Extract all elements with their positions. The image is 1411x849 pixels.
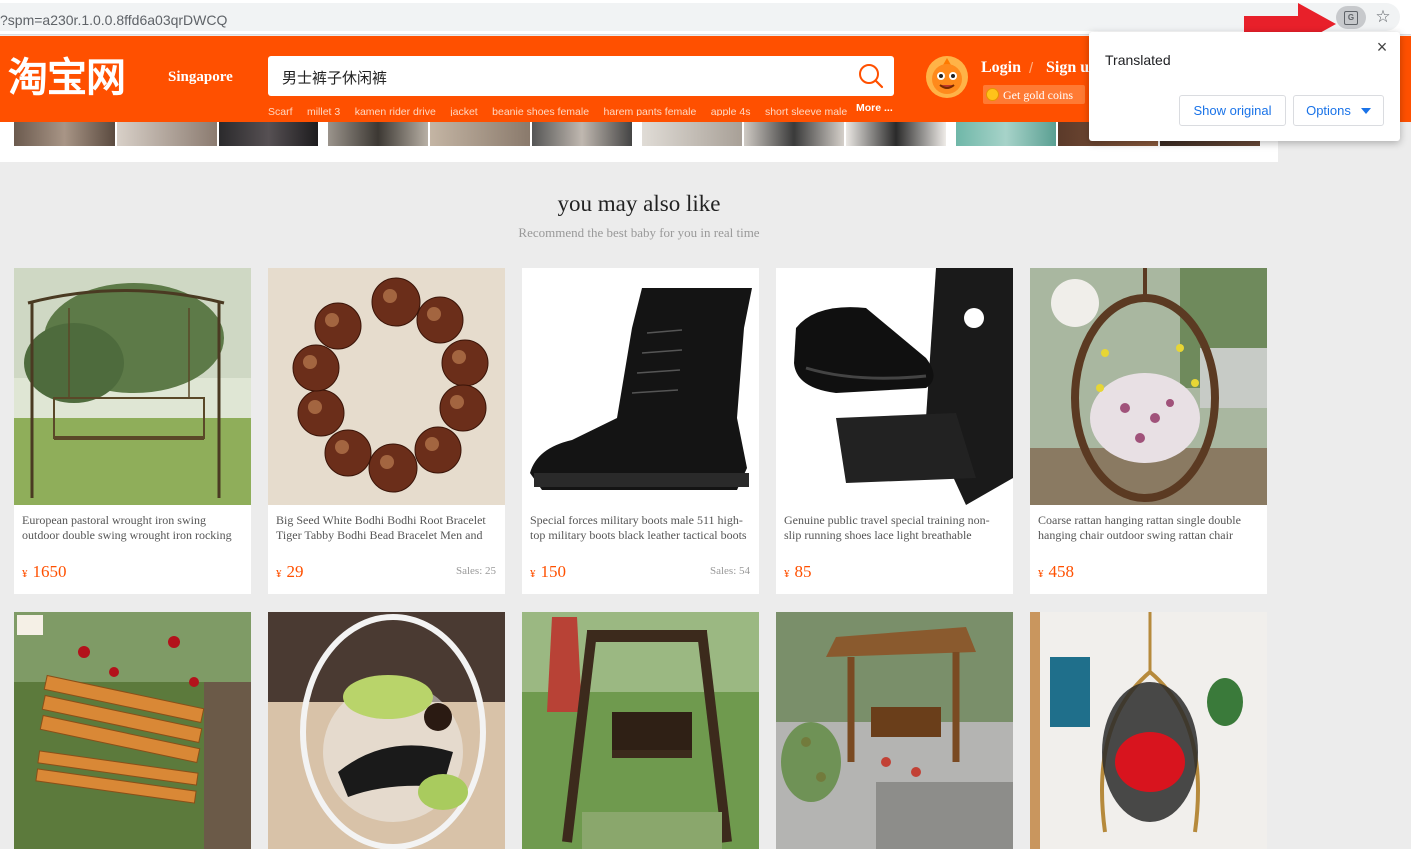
product-sales: Sales: 25 (455, 565, 496, 577)
thumbnail-image[interactable] (219, 122, 318, 146)
product-title[interactable]: Special forces military boots male 511 h… (530, 513, 752, 543)
product-image[interactable] (776, 612, 1013, 849)
product-image[interactable] (776, 268, 1013, 505)
translate-popup-title: Translated (1105, 52, 1171, 68)
hot-search-link[interactable]: millet 3 (307, 106, 340, 116)
taobao-logo[interactable]: 淘宝网 (8, 54, 126, 102)
thumbnail-image[interactable] (117, 122, 217, 146)
product-card[interactable] (522, 612, 759, 849)
product-image[interactable] (14, 268, 251, 505)
browser-toolbar: ?spm=a230r.1.0.0.8ffd6a03qrDWCQ G ☆ (0, 0, 1411, 35)
hot-search-link[interactable]: short sleeve male (765, 106, 847, 116)
product-image[interactable] (268, 612, 505, 849)
show-original-button[interactable]: Show original (1179, 95, 1286, 126)
product-image[interactable] (1030, 612, 1267, 849)
more-link[interactable]: More ... (856, 102, 893, 114)
login-separator: / (1029, 60, 1034, 77)
product-title[interactable]: Coarse rattan hanging rattan single doub… (1038, 513, 1260, 543)
product-card[interactable]: Special forces military boots male 511 h… (522, 268, 759, 594)
product-price: ¥1650 (22, 562, 67, 581)
product-card[interactable] (268, 612, 505, 849)
product-card[interactable]: Genuine public travel special training n… (776, 268, 1013, 594)
hot-search-link[interactable]: jacket (450, 106, 477, 116)
search-icon[interactable] (858, 63, 884, 89)
hot-search-link[interactable]: kamen rider drive (355, 106, 436, 116)
login-link[interactable]: Login (981, 59, 1021, 77)
mascot-avatar-icon[interactable] (925, 55, 969, 99)
product-price: ¥85 (784, 562, 812, 581)
product-title[interactable]: Big Seed White Bodhi Bodhi Root Bracelet… (276, 513, 498, 543)
show-original-label: Show original (1193, 103, 1272, 118)
product-title[interactable]: Genuine public travel special training n… (784, 513, 1006, 543)
hot-search-link[interactable]: Scarf (268, 106, 293, 116)
thumbnail-image[interactable] (430, 122, 530, 146)
product-title[interactable]: European pastoral wrought iron swing out… (22, 513, 244, 543)
section-subtitle: Recommend the best baby for you in real … (518, 225, 760, 240)
product-card[interactable]: Coarse rattan hanging rattan single doub… (1030, 268, 1267, 594)
product-price: ¥29 (276, 562, 304, 581)
search-box[interactable]: 男士裤子休闲裤 (268, 56, 894, 96)
thumbnail-image[interactable] (744, 122, 844, 146)
address-field[interactable]: ?spm=a230r.1.0.0.8ffd6a03qrDWCQ (0, 3, 1400, 31)
product-sales: Sales: 54 (709, 565, 750, 577)
thumbnail-image[interactable] (642, 122, 742, 146)
thumbnail-image[interactable] (956, 122, 1056, 146)
product-image[interactable] (522, 612, 759, 849)
product-image[interactable] (14, 612, 251, 849)
coin-icon (986, 88, 999, 101)
product-card[interactable] (14, 612, 251, 849)
region-label: Singapore (168, 69, 233, 85)
thumbnail-image[interactable] (14, 122, 115, 146)
url-text[interactable]: ?spm=a230r.1.0.0.8ffd6a03qrDWCQ (0, 12, 227, 28)
thumbnail-image[interactable] (532, 122, 632, 146)
gold-coins-label: Get gold coins (1003, 88, 1073, 102)
product-image[interactable] (1030, 268, 1267, 505)
options-label: Options (1306, 103, 1351, 118)
product-image[interactable] (522, 268, 759, 505)
signup-link[interactable]: Sign u (1046, 59, 1089, 77)
close-icon[interactable]: × (1374, 38, 1390, 56)
chevron-down-icon (1360, 107, 1371, 114)
product-card[interactable] (1030, 612, 1267, 849)
product-card[interactable] (776, 612, 1013, 849)
product-card[interactable]: European pastoral wrought iron swing out… (14, 268, 251, 594)
hot-search-link[interactable]: beanie shoes female (492, 106, 589, 116)
translate-popup: Translated × Show original Options (1089, 32, 1400, 141)
product-price: ¥150 (530, 562, 566, 581)
product-price: ¥458 (1038, 562, 1074, 581)
bookmark-star-icon[interactable]: ☆ (1372, 6, 1394, 28)
thumbnail-strip (0, 122, 1278, 162)
search-input[interactable]: 男士裤子休闲裤 (282, 67, 387, 88)
section-title: you may also like (557, 191, 721, 216)
thumbnail-image[interactable] (328, 122, 428, 146)
hot-search-link[interactable]: harem pants female (604, 106, 697, 116)
thumbnail-image[interactable] (846, 122, 946, 146)
hot-search-link[interactable]: apple 4s (711, 106, 751, 116)
gold-coins-button[interactable]: Get gold coins (983, 85, 1085, 104)
translate-icon[interactable]: G (1336, 6, 1366, 29)
options-button[interactable]: Options (1293, 95, 1384, 126)
hot-searches: Scarf millet 3 kamen rider drive jacket … (268, 102, 898, 116)
product-image[interactable] (268, 268, 505, 505)
product-card[interactable]: Big Seed White Bodhi Bodhi Root Bracelet… (268, 268, 505, 594)
